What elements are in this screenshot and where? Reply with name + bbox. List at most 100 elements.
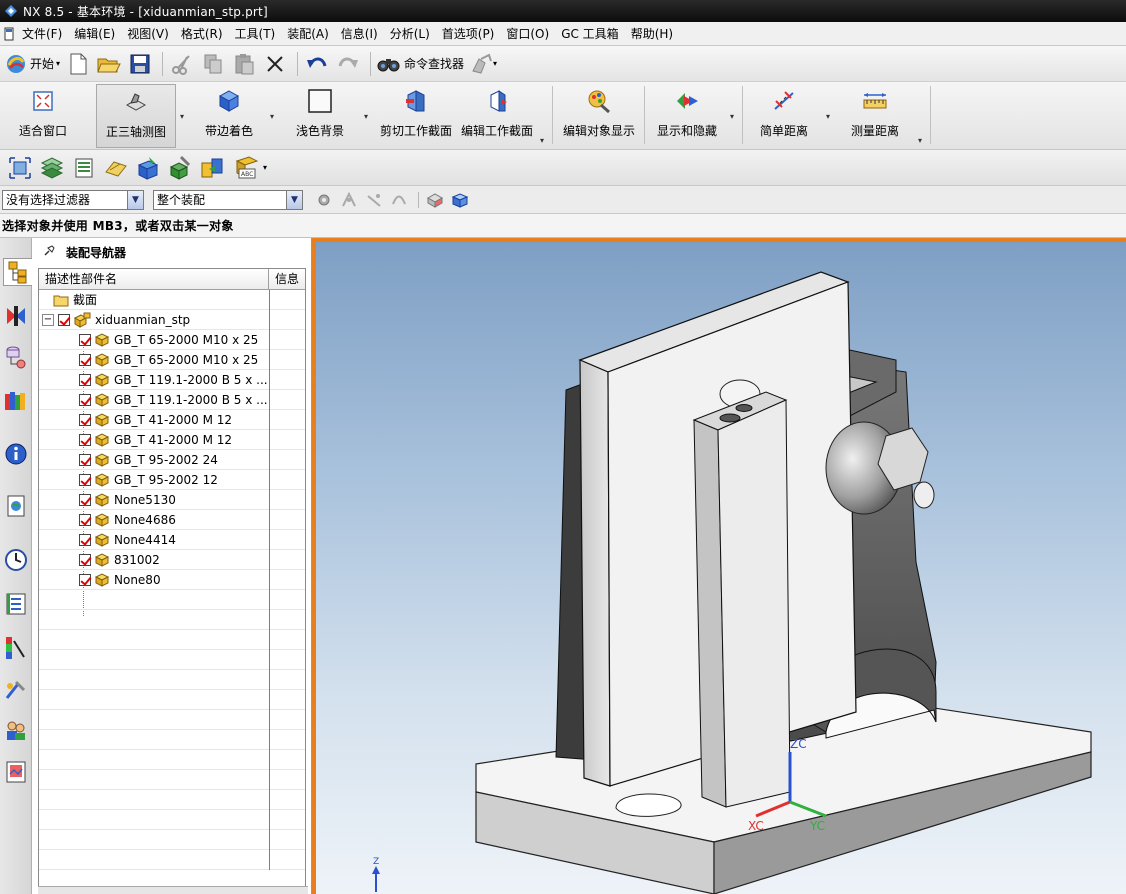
checkbox[interactable] [79, 493, 91, 506]
roles-tab[interactable] [3, 676, 29, 704]
tree-row-part[interactable]: GB_T 41-2000 M 12 [39, 410, 305, 430]
measure-dropdown-icon[interactable]: ▾ [918, 136, 922, 145]
process-studio-tab[interactable] [3, 590, 29, 618]
measure-distance-button[interactable]: 测量距离 [840, 84, 910, 148]
menu-file[interactable]: 文件(F) [16, 23, 68, 44]
visualization-tab[interactable] [3, 634, 29, 662]
menu-window[interactable]: 窗口(O) [500, 23, 555, 44]
delete-button[interactable] [261, 50, 289, 78]
tree-row-part[interactable]: None80 [39, 570, 305, 590]
shading-dropdown-icon[interactable]: ▾ [270, 112, 274, 121]
selection-scope-select[interactable]: 整个装配 ▼ [153, 189, 303, 210]
select-faces-button[interactable] [424, 190, 446, 210]
checkbox[interactable] [79, 373, 91, 386]
checkbox[interactable] [79, 553, 91, 566]
assembly-options-button[interactable]: ABC ▾ [230, 154, 270, 182]
snap-mid-button[interactable] [388, 190, 410, 210]
menu-tools[interactable]: 工具(T) [229, 23, 282, 44]
checkbox[interactable] [58, 313, 70, 326]
tree-row-root[interactable]: − xiduanmian_stp [39, 310, 305, 330]
menu-format[interactable]: 格式(R) [175, 23, 229, 44]
checkbox[interactable] [79, 353, 91, 366]
snap-point-button[interactable] [338, 190, 360, 210]
show-hide-button[interactable]: 显示和隐藏 [650, 84, 724, 148]
paste-button[interactable] [230, 50, 258, 78]
command-finder-button[interactable]: 命令查找器 [376, 50, 465, 78]
checkbox[interactable] [79, 333, 91, 346]
menu-edit[interactable]: 编辑(E) [68, 23, 121, 44]
menu-information[interactable]: 信息(I) [335, 23, 384, 44]
column-header-part-name[interactable]: 描述性部件名 [39, 269, 269, 289]
tree-row-part[interactable]: 831002 [39, 550, 305, 570]
touch-mode-button[interactable]: ▾ [468, 50, 498, 78]
navigator-horizontal-scrollbar[interactable] [38, 886, 308, 894]
trimetric-dropdown-icon[interactable]: ▾ [180, 112, 184, 121]
hd3d-tools-tab[interactable] [3, 440, 29, 468]
checkbox[interactable] [79, 533, 91, 546]
trimetric-button[interactable]: 正三轴测图 [96, 84, 176, 148]
pin-icon[interactable] [42, 244, 56, 261]
add-component-button[interactable] [134, 154, 162, 182]
menu-view[interactable]: 视图(V) [121, 23, 175, 44]
distance-dropdown-icon[interactable]: ▾ [826, 112, 830, 121]
menu-preferences[interactable]: 首选项(P) [436, 23, 501, 44]
shaded-with-edges-button[interactable]: 带边着色 [190, 84, 268, 148]
tree-row-part[interactable]: GB_T 119.1-2000 B 5 x ... [39, 390, 305, 410]
web-browser-tab[interactable] [3, 492, 29, 520]
tree-row-part[interactable]: GB_T 95-2002 24 [39, 450, 305, 470]
tree-row-part[interactable]: GB_T 65-2000 M10 x 25 [39, 350, 305, 370]
constraint-navigator-tab[interactable] [3, 302, 29, 330]
menu-assemblies[interactable]: 装配(A) [281, 23, 335, 44]
new-component-button[interactable] [166, 154, 194, 182]
filter-settings-button[interactable] [313, 190, 335, 210]
collapse-icon[interactable]: − [42, 313, 54, 326]
mate-component-button[interactable] [198, 154, 226, 182]
checkbox[interactable] [79, 473, 91, 486]
show-hide-dropdown-icon[interactable]: ▾ [730, 112, 734, 121]
snap-end-button[interactable] [363, 190, 385, 210]
clip-section-button[interactable]: 剪切工作截面 [376, 84, 456, 148]
select-bodies-button[interactable] [449, 190, 471, 210]
assembly-navigator-tab[interactable] [3, 258, 32, 286]
start-button[interactable]: 开始 ▾ [4, 50, 61, 78]
tree-row-part[interactable]: None5130 [39, 490, 305, 510]
part-navigator-tab[interactable] [3, 344, 29, 372]
fit-button[interactable]: 适合窗口 [4, 84, 82, 148]
type-filter-select[interactable]: 没有选择过滤器 ▼ [2, 189, 144, 210]
history-tab[interactable] [3, 546, 29, 574]
tree-row-part[interactable]: GB_T 41-2000 M 12 [39, 430, 305, 450]
undo-button[interactable] [303, 50, 331, 78]
graphics-window[interactable]: ZC XC YC Z [312, 238, 1126, 894]
new-file-button[interactable] [64, 50, 92, 78]
system-scenes-tab[interactable] [3, 716, 29, 744]
tree-row-part[interactable]: GB_T 119.1-2000 B 5 x ... [39, 370, 305, 390]
save-button[interactable] [126, 50, 154, 78]
tree-row-part[interactable]: None4686 [39, 510, 305, 530]
checkbox[interactable] [79, 513, 91, 526]
layer-visibility-button[interactable] [70, 154, 98, 182]
move-to-layer-button[interactable] [102, 154, 130, 182]
menu-analysis[interactable]: 分析(L) [384, 23, 436, 44]
column-header-info[interactable]: 信息 [269, 269, 305, 289]
palette-tab[interactable] [3, 758, 29, 786]
edit-section-button[interactable]: 编辑工作截面 [456, 84, 538, 148]
checkbox[interactable] [79, 433, 91, 446]
layer-settings-button[interactable] [38, 154, 66, 182]
checkbox[interactable] [79, 393, 91, 406]
tree-row-part[interactable]: GB_T 95-2002 12 [39, 470, 305, 490]
3d-model-view[interactable]: ZC XC YC Z [316, 242, 1126, 894]
open-file-button[interactable] [95, 50, 123, 78]
menu-gc-toolkit[interactable]: GC 工具箱 [555, 23, 625, 44]
tree-row-part[interactable]: None4414 [39, 530, 305, 550]
menu-help[interactable]: 帮助(H) [625, 23, 679, 44]
edit-object-display-button[interactable]: 编辑对象显示 [558, 84, 640, 148]
checkbox[interactable] [79, 453, 91, 466]
light-background-button[interactable]: 浅色背景 [284, 84, 356, 148]
cut-button[interactable] [168, 50, 196, 78]
section-dropdown-icon[interactable]: ▾ [540, 136, 544, 145]
find-component-button[interactable] [6, 154, 34, 182]
reuse-library-tab[interactable] [3, 386, 29, 414]
simple-distance-button[interactable]: 简单距离 [750, 84, 818, 148]
checkbox[interactable] [79, 573, 91, 586]
tree-row-section[interactable]: 截面 [39, 290, 305, 310]
